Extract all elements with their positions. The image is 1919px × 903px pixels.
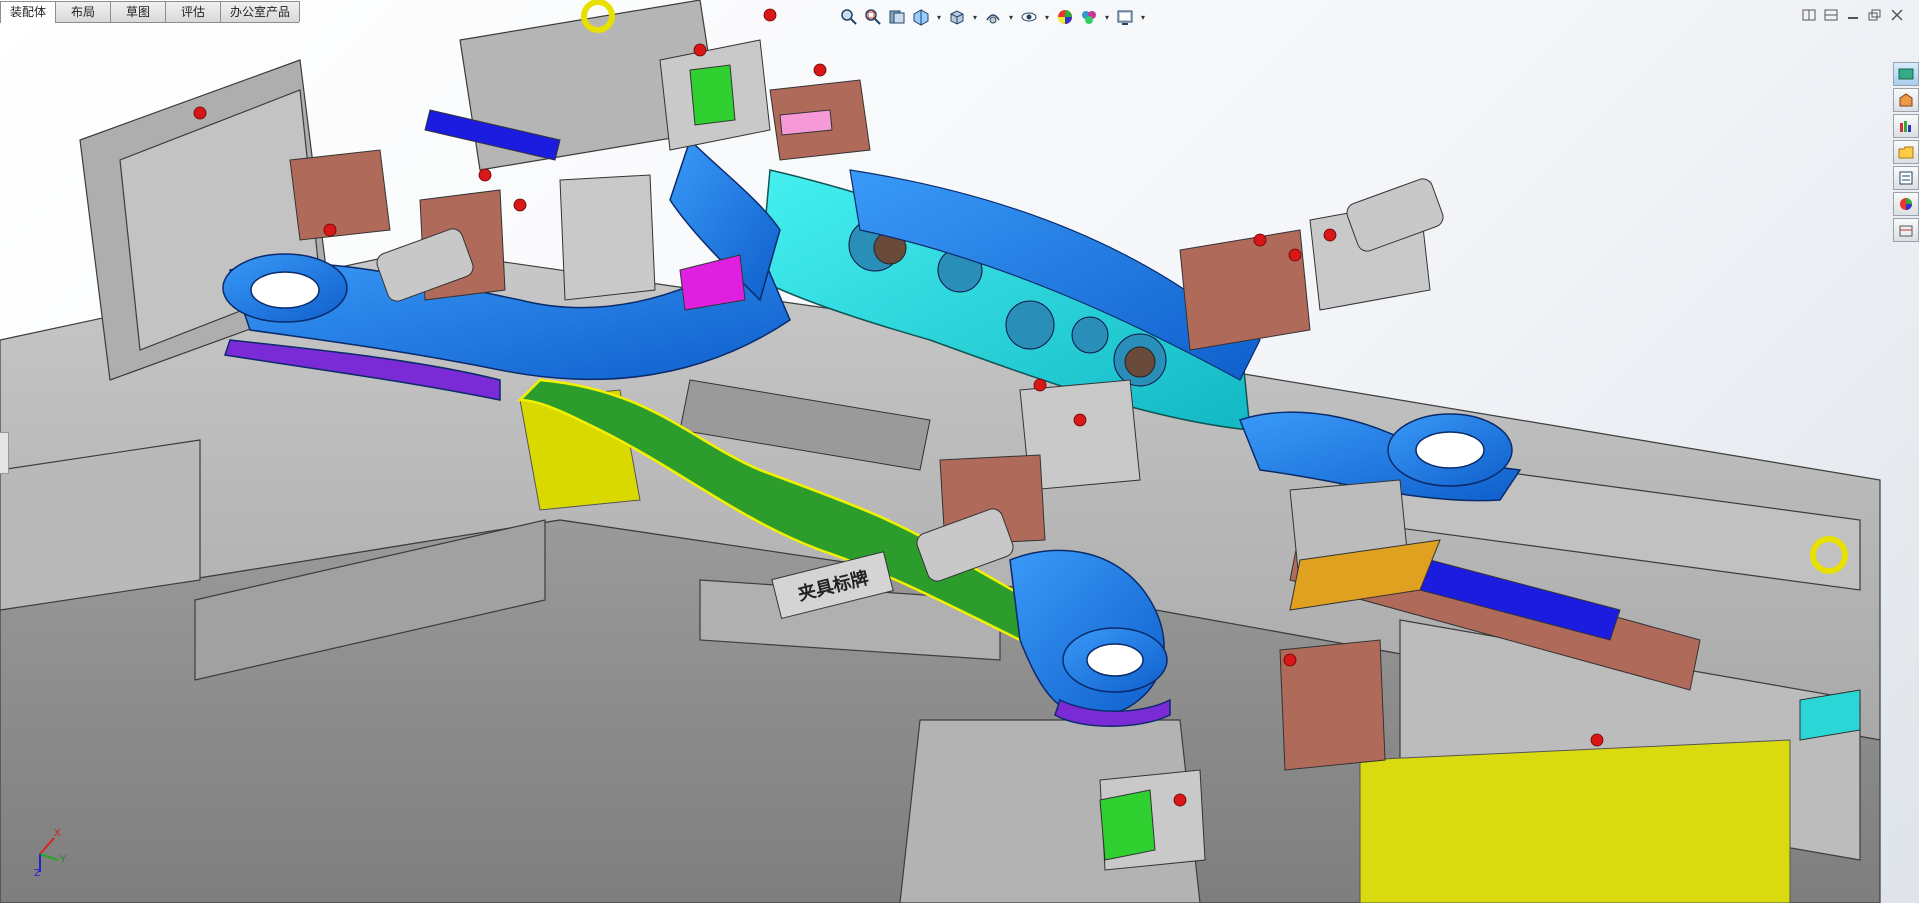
tab-office-products[interactable]: 办公室产品 (220, 1, 301, 22)
task-pane-tabs (1893, 62, 1919, 242)
triad-y-label: Y (60, 854, 67, 865)
graphics-area[interactable]: 夹具标牌 (0, 0, 1919, 903)
design-library-icon[interactable] (1893, 88, 1919, 112)
command-manager-tabs: 装配体 布局 草图 评估 办公室产品 (0, 0, 301, 23)
view-settings-dropdown-icon[interactable]: ▾ (1138, 6, 1148, 28)
view-orientation-dropdown-icon[interactable]: ▾ (970, 6, 980, 28)
view-orientation-icon[interactable] (946, 6, 968, 28)
green-bracket-top (689, 64, 736, 126)
yellow-support-right (1359, 739, 1791, 903)
apply-scene-icon[interactable] (1078, 6, 1100, 28)
document-window-controls (1801, 8, 1905, 22)
heads-up-view-toolbar: ▾ ▾ ▾ ▾ ▾ ▾ (838, 3, 1148, 31)
feature-manager-collapse-handle[interactable] (0, 432, 9, 474)
tab-layout[interactable]: 布局 (55, 1, 112, 22)
close-icon[interactable] (1889, 8, 1905, 22)
pink-block (779, 109, 833, 136)
appearances-icon[interactable] (1893, 166, 1919, 190)
triad-x-label: X (54, 828, 61, 839)
view-palette-icon[interactable] (1893, 140, 1919, 164)
edit-appearance-icon[interactable] (1054, 6, 1076, 28)
view-settings-icon[interactable] (1114, 6, 1136, 28)
zoom-to-fit-icon[interactable] (838, 6, 860, 28)
display-style-icon[interactable] (982, 6, 1004, 28)
display-style-dropdown-icon[interactable]: ▾ (1006, 6, 1016, 28)
hide-show-dropdown-icon[interactable]: ▾ (1042, 6, 1052, 28)
previous-view-icon[interactable] (886, 6, 908, 28)
minimize-icon[interactable] (1845, 8, 1861, 22)
tile-vertical-icon[interactable] (1823, 8, 1839, 22)
triad-z-label: Z (34, 868, 41, 879)
file-explorer-icon[interactable] (1893, 114, 1919, 138)
tab-assembly[interactable]: 装配体 (0, 1, 57, 23)
hide-show-items-icon[interactable] (1018, 6, 1040, 28)
apply-scene-dropdown-icon[interactable]: ▾ (1102, 6, 1112, 28)
reference-triad: X Y Z (30, 824, 70, 880)
zoom-area-icon[interactable] (862, 6, 884, 28)
restore-icon[interactable] (1867, 8, 1883, 22)
section-view-dropdown-icon[interactable]: ▾ (934, 6, 944, 28)
section-view-icon[interactable] (910, 6, 932, 28)
green-bracket-bottom (1099, 789, 1156, 861)
resources-icon[interactable] (1893, 62, 1919, 86)
tile-horizontal-icon[interactable] (1801, 8, 1817, 22)
magenta-block (679, 254, 746, 311)
toolbox-icon[interactable] (1893, 218, 1919, 242)
tab-evaluate[interactable]: 评估 (165, 1, 222, 22)
custom-properties-icon[interactable] (1893, 192, 1919, 216)
tab-sketch[interactable]: 草图 (110, 1, 167, 22)
